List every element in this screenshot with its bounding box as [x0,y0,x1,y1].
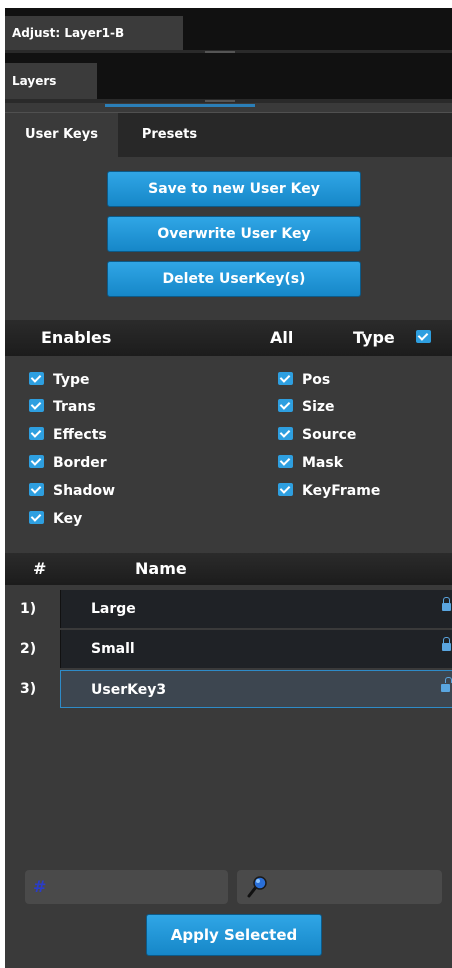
subtab-bar: User Keys Presets [5,112,452,157]
apply-selected-button[interactable]: Apply Selected [146,914,322,956]
list-item-selected[interactable]: 3) UserKey3 [5,670,452,708]
list-item-number: 3) [20,681,37,697]
delete-user-key-button[interactable]: Delete UserKey(s) [107,261,361,297]
checkbox-icon [278,399,293,412]
list-item-name: Small [91,641,135,657]
checkbox-icon [278,372,293,385]
all-toggle[interactable]: All [270,320,293,356]
column-number-header: # [33,559,47,578]
enable-trans-label: Trans [53,399,96,415]
list-item-cell[interactable]: Small [60,630,452,668]
checkbox-icon [29,372,44,385]
checkbox-icon [278,455,293,468]
list-item[interactable]: 1) Large [5,590,452,628]
enable-shadow-label: Shadow [53,483,116,499]
enables-header: Enables All Type [5,320,452,356]
layers-tab-bar: Layers [5,53,452,99]
tab-user-keys[interactable]: User Keys [5,113,118,157]
checkbox-icon [278,483,293,496]
enable-mask-label: Mask [302,455,344,471]
list-item-cell[interactable]: Large [60,590,452,628]
list-item[interactable]: 2) Small [5,630,452,668]
list-item-number: 1) [20,601,37,617]
tab-indicator [105,104,255,107]
layers-tab[interactable]: Layers [5,63,97,99]
checkbox-icon [29,511,44,524]
overwrite-user-key-button[interactable]: Overwrite User Key [107,216,361,252]
list-item-name: UserKey3 [91,682,167,698]
save-new-user-key-label: Save to new User Key [148,181,320,197]
adjust-tab-label: Adjust: Layer1-B [12,26,125,40]
checkbox-icon [29,455,44,468]
tab-presets[interactable]: Presets [118,113,221,157]
list-item-name: Large [91,601,136,617]
enable-pos-label: Pos [302,372,331,388]
enable-key-label: Key [53,511,83,527]
tab-user-keys-label: User Keys [25,127,98,142]
checkbox-icon [416,330,431,343]
list-item-number: 2) [20,641,37,657]
checkbox-icon [29,483,44,496]
number-field[interactable]: # [25,870,228,904]
adjust-panel: Adjust: Layer1-B Layers User Keys Preset… [5,8,452,968]
list-item-cell[interactable]: UserKey3 [60,670,452,708]
overwrite-user-key-label: Overwrite User Key [157,226,311,242]
window-tab-bar: Adjust: Layer1-B [5,8,452,53]
enable-type-label: Type [53,372,90,388]
apply-selected-label: Apply Selected [170,926,298,944]
checkbox-icon [29,399,44,412]
list-header: # Name [5,553,452,585]
type-master-checkbox[interactable] [416,328,432,348]
search-field[interactable] [237,870,442,904]
tab-presets-label: Presets [141,127,198,142]
magnifier-icon [247,876,267,898]
number-hash-icon: # [33,877,47,896]
enables-heading: Enables [41,328,112,347]
checkbox-icon [29,427,44,440]
enable-source-label: Source [302,427,357,443]
type-label: Type [353,328,395,347]
layers-tab-label: Layers [12,74,57,88]
unlock-icon[interactable] [441,677,452,692]
save-new-user-key-button[interactable]: Save to new User Key [107,171,361,207]
enable-size-label: Size [302,399,335,415]
enable-border-label: Border [53,455,107,471]
delete-user-key-label: Delete UserKey(s) [162,271,306,287]
adjust-tab[interactable]: Adjust: Layer1-B [5,16,183,50]
lock-icon[interactable] [442,637,451,651]
checkbox-icon [278,427,293,440]
lock-icon[interactable] [442,597,451,611]
splitter-grip [205,100,235,102]
column-name-header: Name [135,559,187,578]
enable-keyframe-label: KeyFrame [302,483,381,499]
enable-effects-label: Effects [53,427,107,443]
